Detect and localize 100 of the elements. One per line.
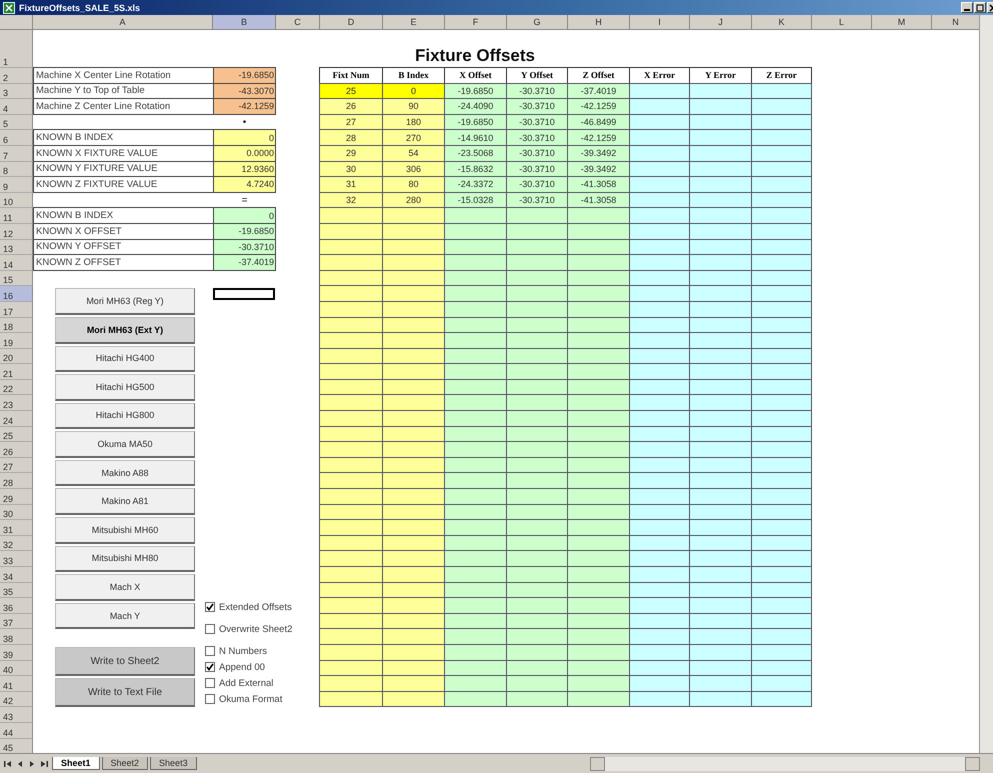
table-cell[interactable] (382, 690, 445, 708)
table-cell[interactable]: 29 (319, 144, 383, 162)
table-cell[interactable] (629, 550, 690, 567)
parameter-value[interactable]: 0.0000 (213, 144, 276, 162)
row-header[interactable]: 19 (0, 333, 33, 349)
table-cell[interactable] (629, 129, 690, 146)
column-header[interactable]: H (568, 15, 630, 30)
table-cell[interactable] (444, 300, 507, 318)
table-cell[interactable] (444, 441, 507, 458)
row-header[interactable]: 25 (0, 426, 33, 442)
checkbox-label[interactable]: Add External (219, 678, 274, 689)
table-cell[interactable] (382, 441, 445, 458)
table-cell[interactable] (319, 222, 383, 240)
table-cell[interactable] (444, 488, 507, 505)
table-cell[interactable] (382, 597, 445, 614)
row-header[interactable]: 44 (0, 722, 33, 739)
horizontal-scrollbar[interactable] (590, 756, 980, 770)
table-cell[interactable] (382, 363, 445, 380)
minimize-button[interactable] (961, 2, 973, 13)
table-cell[interactable] (382, 628, 445, 645)
table-cell[interactable]: -30.3710 (506, 176, 568, 193)
table-cell[interactable] (689, 566, 752, 583)
table-cell[interactable] (506, 410, 568, 427)
table-cell[interactable] (567, 597, 630, 614)
table-cell[interactable] (382, 472, 445, 490)
sheet-tab[interactable]: Sheet2 (102, 757, 148, 770)
table-cell[interactable] (567, 332, 630, 349)
machine-button[interactable]: Mitsubishi MH80 (55, 546, 195, 572)
table-cell[interactable] (506, 675, 568, 692)
row-header[interactable]: 26 (0, 442, 33, 458)
checkbox[interactable] (205, 678, 215, 688)
row-header[interactable]: 38 (0, 629, 33, 645)
row-header[interactable]: 5 (0, 114, 33, 130)
machine-button[interactable]: Hitachi HG800 (55, 402, 195, 430)
table-cell[interactable] (689, 675, 752, 692)
machine-button[interactable]: Mach Y (55, 602, 195, 630)
table-cell[interactable] (319, 519, 383, 536)
table-cell[interactable] (567, 254, 630, 271)
scroll-right-icon[interactable] (28, 760, 36, 768)
table-cell[interactable] (444, 690, 507, 708)
row-header[interactable]: 28 (0, 473, 33, 490)
table-cell[interactable] (319, 644, 383, 661)
parameter-value[interactable]: -42.1259 (213, 98, 276, 115)
table-cell[interactable] (319, 550, 383, 567)
table-cell[interactable] (506, 550, 568, 567)
table-cell[interactable] (629, 144, 690, 162)
row-header[interactable]: 4 (0, 99, 33, 115)
table-cell[interactable] (689, 441, 752, 458)
table-cell[interactable] (319, 332, 383, 349)
table-cell[interactable] (751, 222, 812, 240)
parameter-value[interactable]: 0 (213, 129, 276, 146)
table-cell[interactable]: -23.5068 (444, 144, 507, 162)
table-cell[interactable] (567, 207, 630, 224)
table-cell[interactable] (629, 410, 690, 427)
table-cell[interactable] (689, 550, 752, 567)
table-cell[interactable]: -24.4090 (444, 98, 507, 115)
table-cell[interactable] (629, 441, 690, 458)
table-cell[interactable] (689, 98, 752, 115)
machine-button[interactable]: Okuma MA50 (55, 431, 195, 458)
table-cell[interactable] (751, 254, 812, 271)
table-cell[interactable] (382, 488, 445, 505)
table-cell[interactable] (382, 394, 445, 412)
table-cell[interactable] (382, 222, 445, 240)
table-cell[interactable] (689, 254, 752, 271)
table-cell[interactable]: -42.1259 (567, 129, 630, 146)
table-cell[interactable] (444, 566, 507, 583)
column-header[interactable]: F (445, 15, 507, 30)
table-cell[interactable] (319, 254, 383, 271)
table-cell[interactable]: 28 (319, 129, 383, 146)
table-cell[interactable]: 31 (319, 176, 383, 193)
table-cell[interactable] (444, 675, 507, 692)
table-cell[interactable] (506, 207, 568, 224)
table-cell[interactable] (629, 472, 690, 490)
table-cell[interactable] (319, 628, 383, 645)
column-header[interactable]: K (752, 15, 812, 30)
row-header[interactable]: 10 (0, 192, 33, 208)
table-cell[interactable] (689, 628, 752, 645)
table-cell[interactable] (751, 690, 812, 708)
row-header[interactable]: 16 (0, 286, 33, 302)
machine-button[interactable]: Mori MH63 (Ext Y) (55, 316, 195, 344)
table-cell[interactable] (567, 285, 630, 302)
table-cell[interactable] (689, 644, 752, 661)
table-cell[interactable] (382, 566, 445, 583)
row-header[interactable]: 41 (0, 676, 33, 692)
table-cell[interactable] (506, 285, 568, 302)
sheet-tab[interactable]: Sheet3 (150, 757, 197, 770)
parameter-value[interactable]: -19.6850 (213, 222, 276, 240)
table-cell[interactable] (319, 394, 383, 412)
row-header[interactable]: 7 (0, 146, 33, 162)
table-cell[interactable] (506, 519, 568, 536)
table-cell[interactable] (751, 285, 812, 302)
table-cell[interactable] (689, 363, 752, 380)
table-cell[interactable] (751, 628, 812, 645)
table-cell[interactable] (629, 300, 690, 318)
row-header[interactable]: 2 (0, 68, 33, 84)
table-cell[interactable] (689, 394, 752, 412)
table-cell[interactable] (382, 332, 445, 349)
table-cell[interactable]: -24.3372 (444, 176, 507, 193)
vertical-scrollbar[interactable] (979, 15, 993, 753)
row-header[interactable]: 24 (0, 411, 33, 427)
